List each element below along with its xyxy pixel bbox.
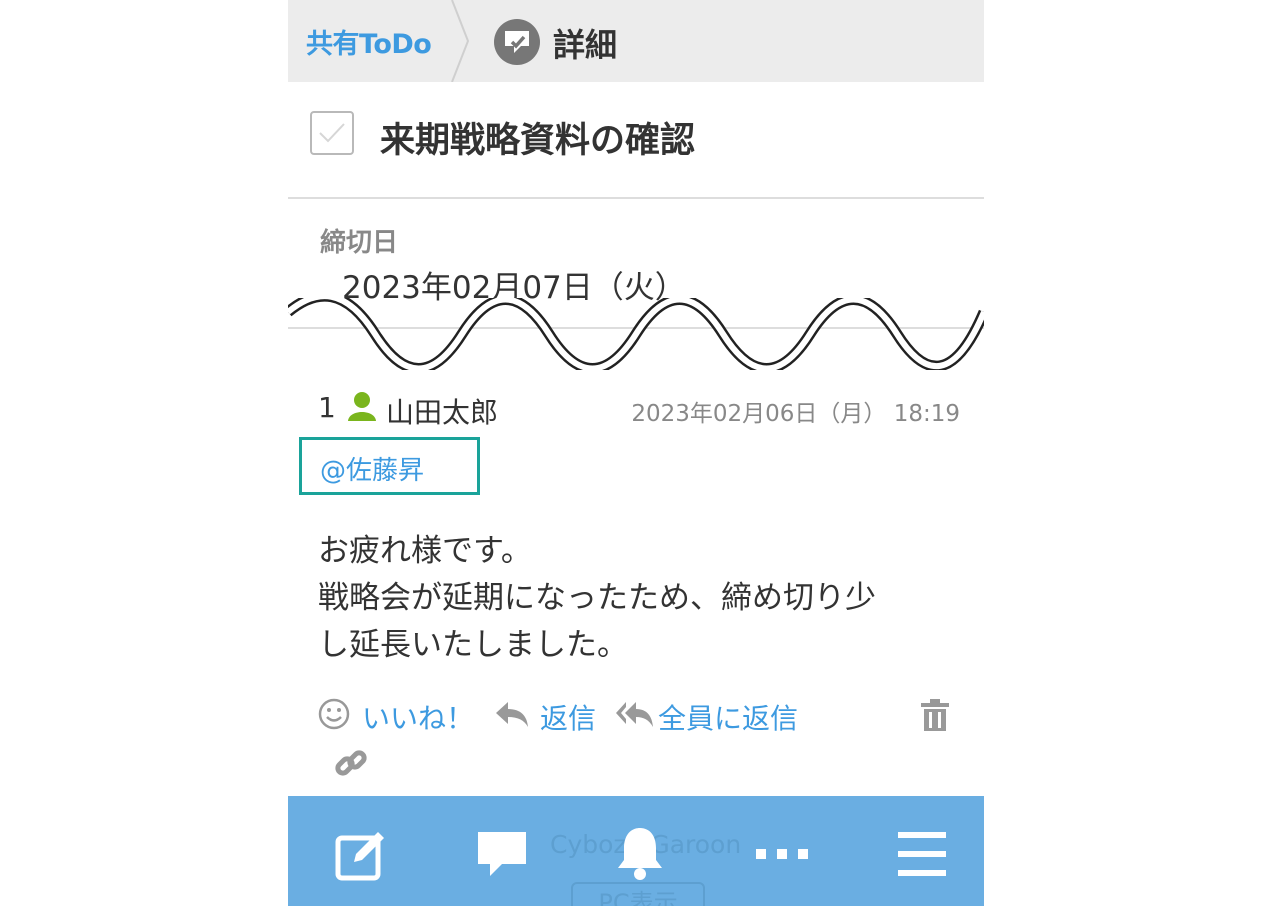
- breadcrumb: 共有ToDo 詳細: [288, 0, 984, 82]
- todo-detail-icon: [494, 19, 540, 65]
- smiley-icon[interactable]: [318, 698, 350, 730]
- bottom-toolbar: Cybozu Garoon PC表示: [288, 796, 984, 906]
- comment-line: お疲れ様です。: [318, 533, 532, 569]
- trash-icon[interactable]: [920, 698, 950, 732]
- comment-timestamp: 2023年02月06日（月） 18:19: [631, 401, 960, 427]
- divider: [288, 197, 984, 199]
- user-icon: [348, 392, 376, 421]
- checkmark-icon: [319, 123, 345, 143]
- breadcrumb-shared-todo-link[interactable]: 共有ToDo: [306, 22, 432, 61]
- complete-checkbox[interactable]: [310, 111, 354, 155]
- comment-line: し延長いたしました。: [318, 627, 628, 663]
- due-date-label: 締切日: [320, 228, 399, 258]
- reply-all-icon[interactable]: [616, 700, 654, 728]
- edit-icon[interactable]: [332, 824, 392, 884]
- like-button[interactable]: いいね！: [362, 697, 474, 737]
- breadcrumb-separator: [451, 0, 470, 82]
- reply-icon[interactable]: [494, 700, 530, 728]
- reply-all-button[interactable]: 全員に返信: [658, 697, 798, 737]
- menu-icon[interactable]: [892, 824, 952, 884]
- todo-title: 来期戦略資料の確認: [380, 121, 696, 161]
- comment-body: お疲れ様です。 戦略会が延期になったため、締め切り少 し延長いたしました。: [318, 528, 958, 669]
- comment-number: 1: [318, 391, 336, 424]
- comment-line: 戦略会が延期になったため、締め切り少: [318, 580, 876, 616]
- bell-icon[interactable]: [610, 824, 670, 884]
- mention-link[interactable]: @佐藤昇: [320, 450, 424, 487]
- comment-icon[interactable]: [472, 824, 532, 884]
- omission-wave-mark: [288, 298, 984, 370]
- pc-view-button[interactable]: PC表示: [571, 882, 705, 906]
- reply-button[interactable]: 返信: [540, 697, 596, 737]
- link-icon[interactable]: [334, 746, 368, 780]
- more-icon[interactable]: [752, 824, 812, 884]
- todo-detail-screen: 共有ToDo 詳細 来期戦略資料の確認 締切日 2023年02月07日（火） 1…: [288, 0, 984, 906]
- comment-author[interactable]: 山田太郎: [386, 391, 498, 431]
- breadcrumb-current: 詳細: [553, 26, 618, 64]
- mention-highlight: @佐藤昇: [299, 437, 480, 495]
